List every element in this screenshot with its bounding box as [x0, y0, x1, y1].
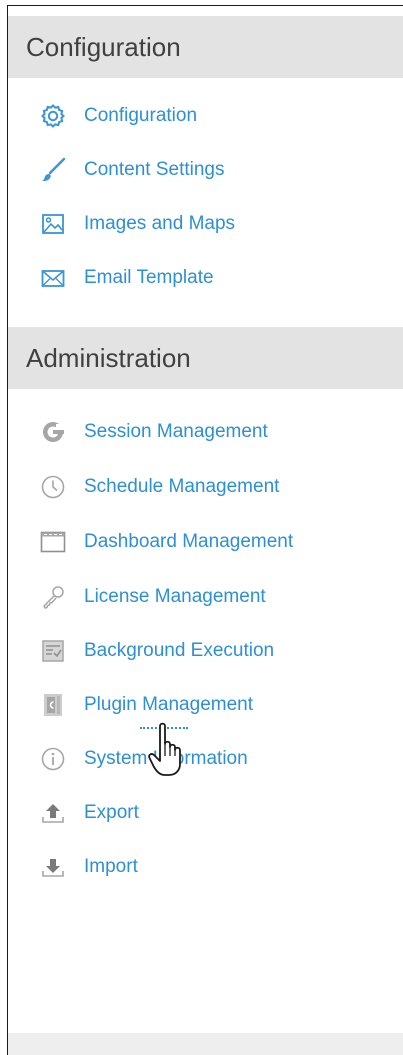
background-execution-icon [38, 636, 68, 666]
menu-item-session-management[interactable]: Session Management [38, 417, 268, 447]
menu-item-license-management[interactable]: License Management [38, 582, 266, 612]
menu-item-import[interactable]: Import [38, 852, 138, 882]
menu-item-content-settings[interactable]: Content Settings [38, 155, 224, 185]
clock-icon [38, 472, 68, 502]
menu-item-label: License Management [84, 586, 266, 607]
configuration-section-header: Configuration [8, 16, 403, 78]
key-icon [38, 582, 68, 612]
menu-item-system-information[interactable]: System Information [38, 744, 248, 774]
menu-item-background-execution[interactable]: Background Execution [38, 636, 274, 666]
menu-item-label: Import [84, 856, 138, 877]
administration-section-header: Administration [8, 327, 403, 389]
menu-item-label: Images and Maps [84, 213, 236, 234]
menu-item-images-and-maps[interactable]: Images and Maps [38, 209, 235, 239]
menu-item-dashboard-management[interactable]: Dashboard Management [38, 527, 293, 557]
export-icon [38, 798, 68, 828]
menu-item-plugin-management[interactable]: Plugin Management [38, 690, 253, 720]
envelope-icon [38, 263, 68, 293]
configuration-header-title: Configuration [26, 31, 181, 62]
info-icon [38, 744, 68, 774]
import-icon [38, 852, 68, 882]
menu-item-label: Content Settings [84, 159, 225, 180]
admin-sidebar-panel: Configuration Configuration Content Sett… [7, 5, 403, 1055]
image-icon [38, 209, 68, 239]
menu-item-label: System Information [84, 748, 248, 769]
footer-band [8, 1033, 403, 1055]
hover-underline [140, 727, 188, 729]
menu-item-schedule-management[interactable]: Schedule Management [38, 472, 279, 502]
gear-icon [38, 101, 68, 131]
menu-item-label: Background Execution [84, 640, 275, 661]
brush-icon [38, 155, 68, 185]
dashboard-icon [38, 527, 68, 557]
menu-item-label: Plugin Management [84, 694, 253, 715]
menu-item-label: Schedule Management [84, 476, 280, 497]
menu-item-label: Session Management [84, 421, 268, 442]
menu-item-email-template[interactable]: Email Template [38, 263, 214, 293]
session-icon [38, 417, 68, 447]
plugin-icon [38, 690, 68, 720]
menu-item-export[interactable]: Export [38, 798, 139, 828]
administration-header-title: Administration [26, 342, 191, 373]
menu-item-label: Configuration [84, 105, 198, 126]
menu-item-label: Dashboard Management [84, 531, 294, 552]
menu-item-label: Export [84, 802, 139, 823]
menu-item-label: Email Template [84, 267, 214, 288]
menu-item-configuration[interactable]: Configuration [38, 101, 197, 131]
